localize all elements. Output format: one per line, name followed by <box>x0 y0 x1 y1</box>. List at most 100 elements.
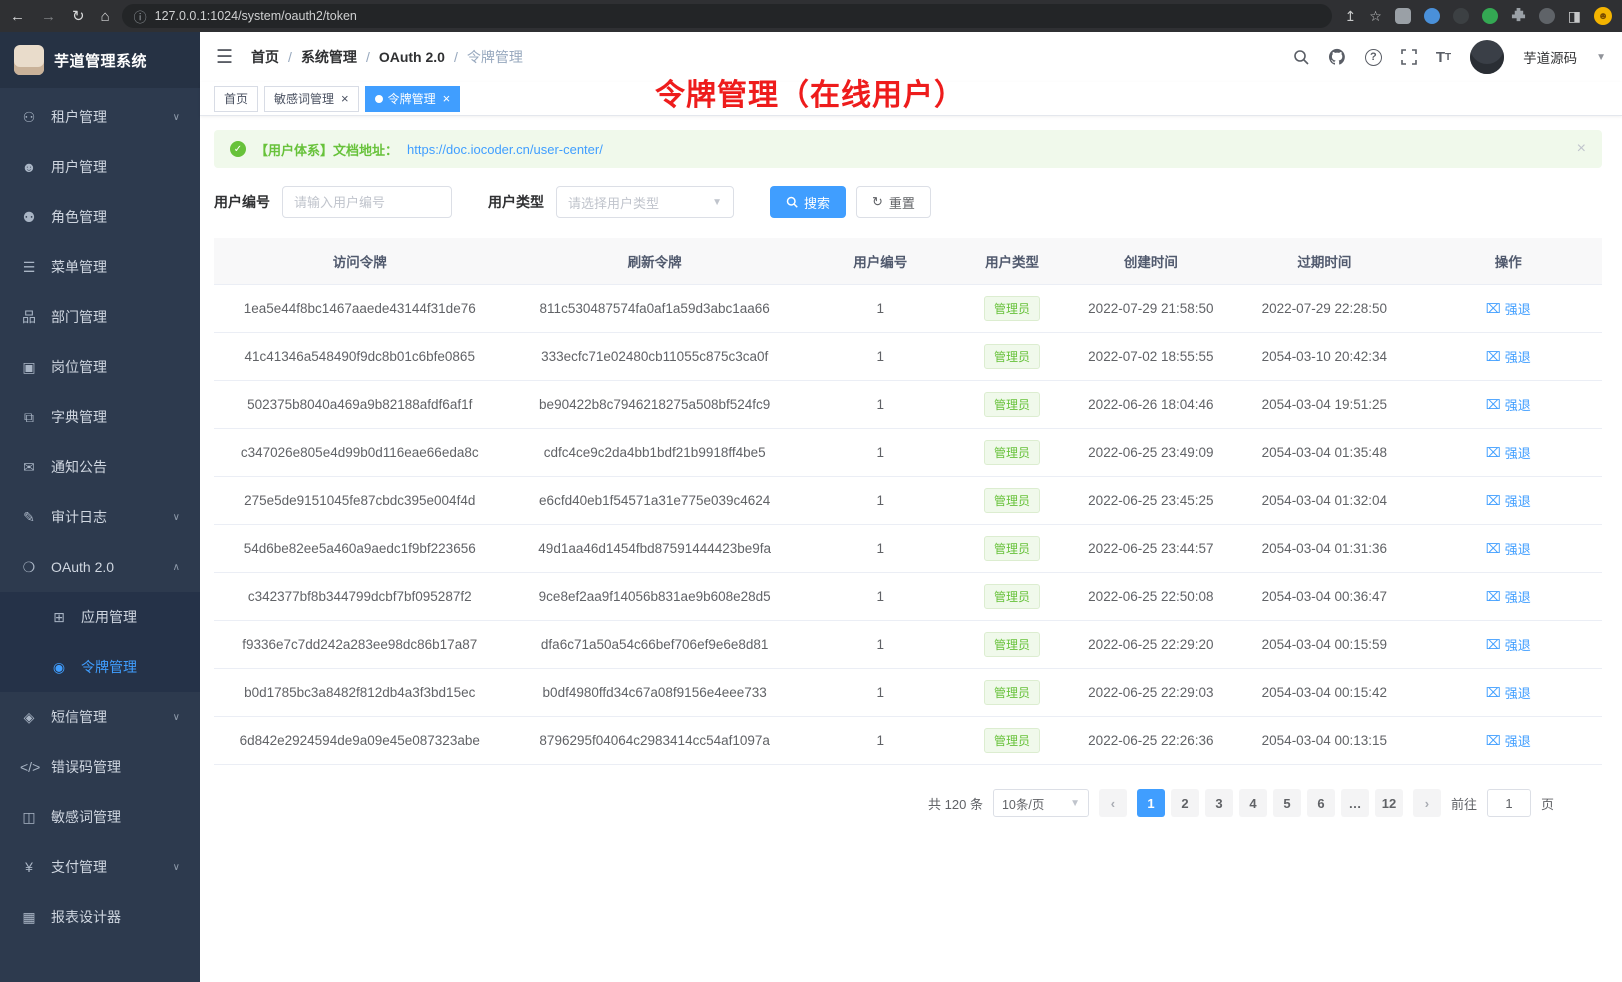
user-type-cell: 管理员 <box>957 429 1068 477</box>
sidebar-item-notice[interactable]: ✉通知公告 <box>0 442 200 492</box>
search-icon <box>786 196 798 208</box>
force-logout-button[interactable]: ⌧强退 <box>1486 491 1531 510</box>
browser-profile-avatar[interactable]: ☻ <box>1594 7 1612 25</box>
bookmark-star-icon[interactable]: ☆ <box>1369 8 1382 25</box>
help-icon[interactable]: ? <box>1365 49 1382 66</box>
sidebar-item-token-manage[interactable]: ◉令牌管理 <box>0 642 200 692</box>
site-info-icon[interactable]: ⓘ <box>134 7 147 26</box>
search-button[interactable]: 搜索 <box>770 186 846 218</box>
browser-chrome: ← → ↻ ⌂ ⓘ 127.0.0.1:1024/system/oauth2/t… <box>0 0 1622 32</box>
browser-address-bar[interactable]: ⓘ 127.0.0.1:1024/system/oauth2/token <box>122 4 1333 28</box>
breadcrumb-item[interactable]: OAuth 2.0 <box>379 49 445 65</box>
page-size-select[interactable]: 10条/页 ▼ <box>993 789 1089 817</box>
pager-ellipsis[interactable]: … <box>1341 789 1369 817</box>
next-page-button[interactable]: › <box>1413 789 1441 817</box>
tab-token-manage[interactable]: 令牌管理× <box>365 86 461 112</box>
alert-doc-link[interactable]: https://doc.iocoder.cn/user-center/ <box>407 142 603 157</box>
page-button-6[interactable]: 6 <box>1307 789 1335 817</box>
page-button-4[interactable]: 4 <box>1239 789 1267 817</box>
force-logout-button[interactable]: ⌧强退 <box>1486 683 1531 702</box>
extensions-puzzle-icon[interactable] <box>1511 7 1526 25</box>
goto-page-input[interactable] <box>1487 789 1531 817</box>
force-logout-button[interactable]: ⌧强退 <box>1486 539 1531 558</box>
sidebar-item-sms[interactable]: ◈短信管理∨ <box>0 692 200 742</box>
user-type-cell: 管理员 <box>957 621 1068 669</box>
browser-back-button[interactable]: ← <box>10 8 25 25</box>
table-header-row: 访问令牌刷新令牌用户编号用户类型创建时间过期时间操作 <box>214 238 1602 285</box>
hamburger-menu-icon[interactable]: ☰ <box>216 46 233 69</box>
reset-button[interactable]: ↻ 重置 <box>856 186 931 218</box>
user-id-input[interactable] <box>282 186 452 218</box>
sidebar-item-sensitive-words[interactable]: ◫敏感词管理 <box>0 792 200 842</box>
force-logout-button[interactable]: ⌧强退 <box>1486 731 1531 750</box>
user-type-select[interactable]: 请选择用户类型 ▼ <box>556 186 734 218</box>
sidebar-item-tenant[interactable]: ⚇租户管理∨ <box>0 92 200 142</box>
sidebar-item-post[interactable]: ▣岗位管理 <box>0 342 200 392</box>
expire-time-cell: 2054-03-04 01:31:36 <box>1234 525 1414 573</box>
user-avatar[interactable] <box>1470 40 1504 74</box>
user-type-label: 用户类型 <box>488 192 544 212</box>
user-type-badge: 管理员 <box>984 728 1040 753</box>
breadcrumb-item[interactable]: 首页 <box>251 47 279 67</box>
search-icon[interactable] <box>1293 49 1309 65</box>
page-button-3[interactable]: 3 <box>1205 789 1233 817</box>
prev-page-button[interactable]: ‹ <box>1099 789 1127 817</box>
access-token-cell: b0d1785bc3a8482f812db4a3f3bd15ec <box>214 669 505 717</box>
extension-icon-5[interactable] <box>1539 8 1555 24</box>
browser-home-button[interactable]: ⌂ <box>101 8 110 25</box>
github-icon[interactable] <box>1328 48 1346 66</box>
sidebar-item-payment[interactable]: ¥支付管理∨ <box>0 842 200 892</box>
token-table: 访问令牌刷新令牌用户编号用户类型创建时间过期时间操作 1ea5e44f8bc14… <box>214 238 1602 765</box>
tab-sensitive-words[interactable]: 敏感词管理× <box>264 86 359 112</box>
force-logout-button[interactable]: ⌧强退 <box>1486 443 1531 462</box>
sidebar-item-dept[interactable]: 品部门管理 <box>0 292 200 342</box>
tab-home[interactable]: 首页 <box>214 86 258 112</box>
extension-icon-4[interactable] <box>1482 8 1498 24</box>
sidebar-item-dict[interactable]: ⧉字典管理 <box>0 392 200 442</box>
extension-icon-2[interactable] <box>1424 8 1440 24</box>
page-button-5[interactable]: 5 <box>1273 789 1301 817</box>
sidebar-item-label: 菜单管理 <box>51 257 107 277</box>
delete-icon: ⌧ <box>1486 397 1501 413</box>
force-logout-button[interactable]: ⌧强退 <box>1486 587 1531 606</box>
side-panel-icon[interactable]: ◨ <box>1568 8 1581 25</box>
force-logout-button[interactable]: ⌧强退 <box>1486 635 1531 654</box>
tab-close-icon[interactable]: × <box>443 92 451 105</box>
extension-icon-3[interactable] <box>1453 8 1469 24</box>
sidebar-item-role[interactable]: ⚉角色管理 <box>0 192 200 242</box>
sidebar-item-audit-log[interactable]: ✎审计日志∨ <box>0 492 200 542</box>
page-button-1[interactable]: 1 <box>1137 789 1165 817</box>
alert-close-icon[interactable]: × <box>1577 140 1586 158</box>
breadcrumb-item[interactable]: 系统管理 <box>301 47 357 67</box>
sidebar-item-app-manage[interactable]: ⊞应用管理 <box>0 592 200 642</box>
force-logout-label: 强退 <box>1505 683 1531 702</box>
force-logout-button[interactable]: ⌧强退 <box>1486 395 1531 414</box>
browser-forward-button[interactable]: → <box>41 8 56 25</box>
sensitive-words-icon: ◫ <box>20 809 38 826</box>
sidebar-item-label: 部门管理 <box>51 307 107 327</box>
force-logout-button[interactable]: ⌧强退 <box>1486 347 1531 366</box>
sidebar-item-label: 角色管理 <box>51 207 107 227</box>
force-logout-label: 强退 <box>1505 587 1531 606</box>
tab-close-icon[interactable]: × <box>341 92 349 105</box>
create-time-cell: 2022-06-25 22:50:08 <box>1068 573 1235 621</box>
browser-refresh-button[interactable]: ↻ <box>72 7 85 25</box>
sidebar-item-oauth2[interactable]: ❍OAuth 2.0∧ <box>0 542 200 592</box>
user-name[interactable]: 芋道源码 <box>1523 47 1577 67</box>
delete-icon: ⌧ <box>1486 733 1501 749</box>
page-button-2[interactable]: 2 <box>1171 789 1199 817</box>
page-button-12[interactable]: 12 <box>1375 789 1403 817</box>
sidebar-item-user[interactable]: ☻用户管理 <box>0 142 200 192</box>
sidebar-item-error-code[interactable]: </>错误码管理 <box>0 742 200 792</box>
sidebar-item-report-designer[interactable]: ▦报表设计器 <box>0 892 200 942</box>
sidebar-item-menu[interactable]: ☰菜单管理 <box>0 242 200 292</box>
font-size-icon[interactable]: TT <box>1436 49 1451 66</box>
extension-icon-1[interactable] <box>1395 8 1411 24</box>
breadcrumb-separator: / <box>454 49 458 65</box>
share-icon[interactable]: ↥ <box>1344 8 1356 25</box>
fullscreen-icon[interactable] <box>1401 49 1417 65</box>
refresh-token-cell: dfa6c71a50a54c66bef706ef9e6e8d81 <box>505 621 803 669</box>
chevron-down-icon[interactable]: ▼ <box>1596 52 1606 63</box>
create-time-cell: 2022-06-25 23:44:57 <box>1068 525 1235 573</box>
force-logout-button[interactable]: ⌧强退 <box>1486 299 1531 318</box>
